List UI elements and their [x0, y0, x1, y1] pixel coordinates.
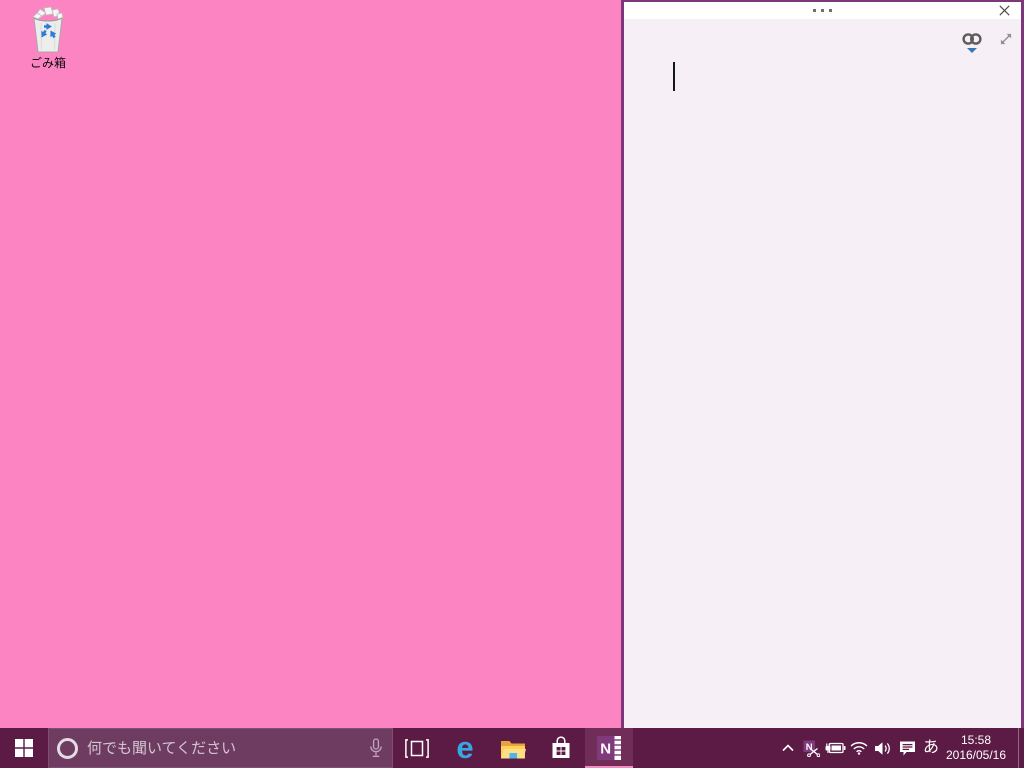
show-desktop-button[interactable] — [1018, 728, 1024, 768]
note-window — [621, 0, 1024, 728]
more-options-icon[interactable] — [801, 4, 844, 17]
taskbar-store-button[interactable] — [537, 728, 585, 768]
expand-icon — [1000, 33, 1012, 45]
close-button[interactable] — [991, 2, 1017, 19]
note-titlebar[interactable] — [624, 2, 1021, 19]
search-input[interactable] — [87, 739, 360, 757]
taskbar-edge-button[interactable]: e — [441, 728, 489, 768]
close-icon — [998, 5, 1010, 16]
cortana-icon — [57, 737, 78, 759]
tray-onenote-clipper-button[interactable]: N — [799, 728, 823, 768]
tray-battery-button[interactable] — [823, 728, 847, 768]
wifi-icon — [850, 742, 868, 755]
note-editor[interactable] — [624, 19, 1021, 728]
speaker-icon — [875, 741, 890, 755]
recycle-bin-glyph — [32, 6, 64, 53]
linked-note-button[interactable] — [961, 31, 983, 53]
tray-ime-mode-button[interactable]: あ — [919, 728, 943, 768]
svg-text:N: N — [600, 741, 611, 758]
microphone-icon[interactable] — [369, 737, 383, 759]
text-caret — [673, 62, 675, 91]
store-icon — [552, 736, 570, 758]
recycle-bin-label: ごみ箱 — [29, 56, 66, 70]
desktop-background[interactable]: ごみ箱 何でも聞いてください e N N あ 15:58 2016/05/16 — [0, 0, 1024, 768]
taskbar-onenote-button[interactable]: N — [585, 728, 633, 768]
action-center-icon — [899, 741, 915, 755]
chevron-down-icon — [967, 48, 977, 53]
note-toolbar — [961, 31, 1014, 53]
taskbar: e — [0, 728, 1024, 768]
taskbar-clock[interactable]: 15:58 2016/05/16 — [943, 728, 1018, 768]
recycle-bin-icon[interactable]: ごみ箱 — [8, 6, 88, 70]
onenote-clipper-icon: N — [803, 740, 820, 757]
clock-time: 15:58 — [960, 733, 992, 747]
edge-icon: e — [456, 730, 474, 765]
expand-button[interactable] — [998, 31, 1014, 52]
tray-show-hidden-icons-button[interactable] — [777, 728, 799, 768]
tray-volume-button[interactable] — [871, 728, 895, 768]
task-view-icon — [405, 738, 429, 758]
start-button[interactable] — [0, 728, 48, 768]
file-explorer-icon — [501, 740, 526, 758]
cortana-search-box[interactable] — [48, 728, 393, 768]
taskbar-file-explorer-button[interactable] — [489, 728, 537, 768]
clock-date: 2016/05/16 — [945, 748, 1007, 762]
onenote-icon: N — [597, 736, 621, 760]
battery-charging-icon — [825, 742, 845, 754]
task-view-button[interactable] — [393, 728, 441, 768]
chevron-up-icon — [782, 744, 794, 752]
tray-network-button[interactable] — [847, 728, 871, 768]
windows-logo-icon — [15, 739, 33, 757]
system-tray: N あ 15:58 2016/05/16 — [777, 728, 1024, 768]
svg-text:N: N — [805, 741, 812, 752]
link-icon — [962, 33, 982, 45]
tray-action-center-button[interactable] — [895, 728, 919, 768]
